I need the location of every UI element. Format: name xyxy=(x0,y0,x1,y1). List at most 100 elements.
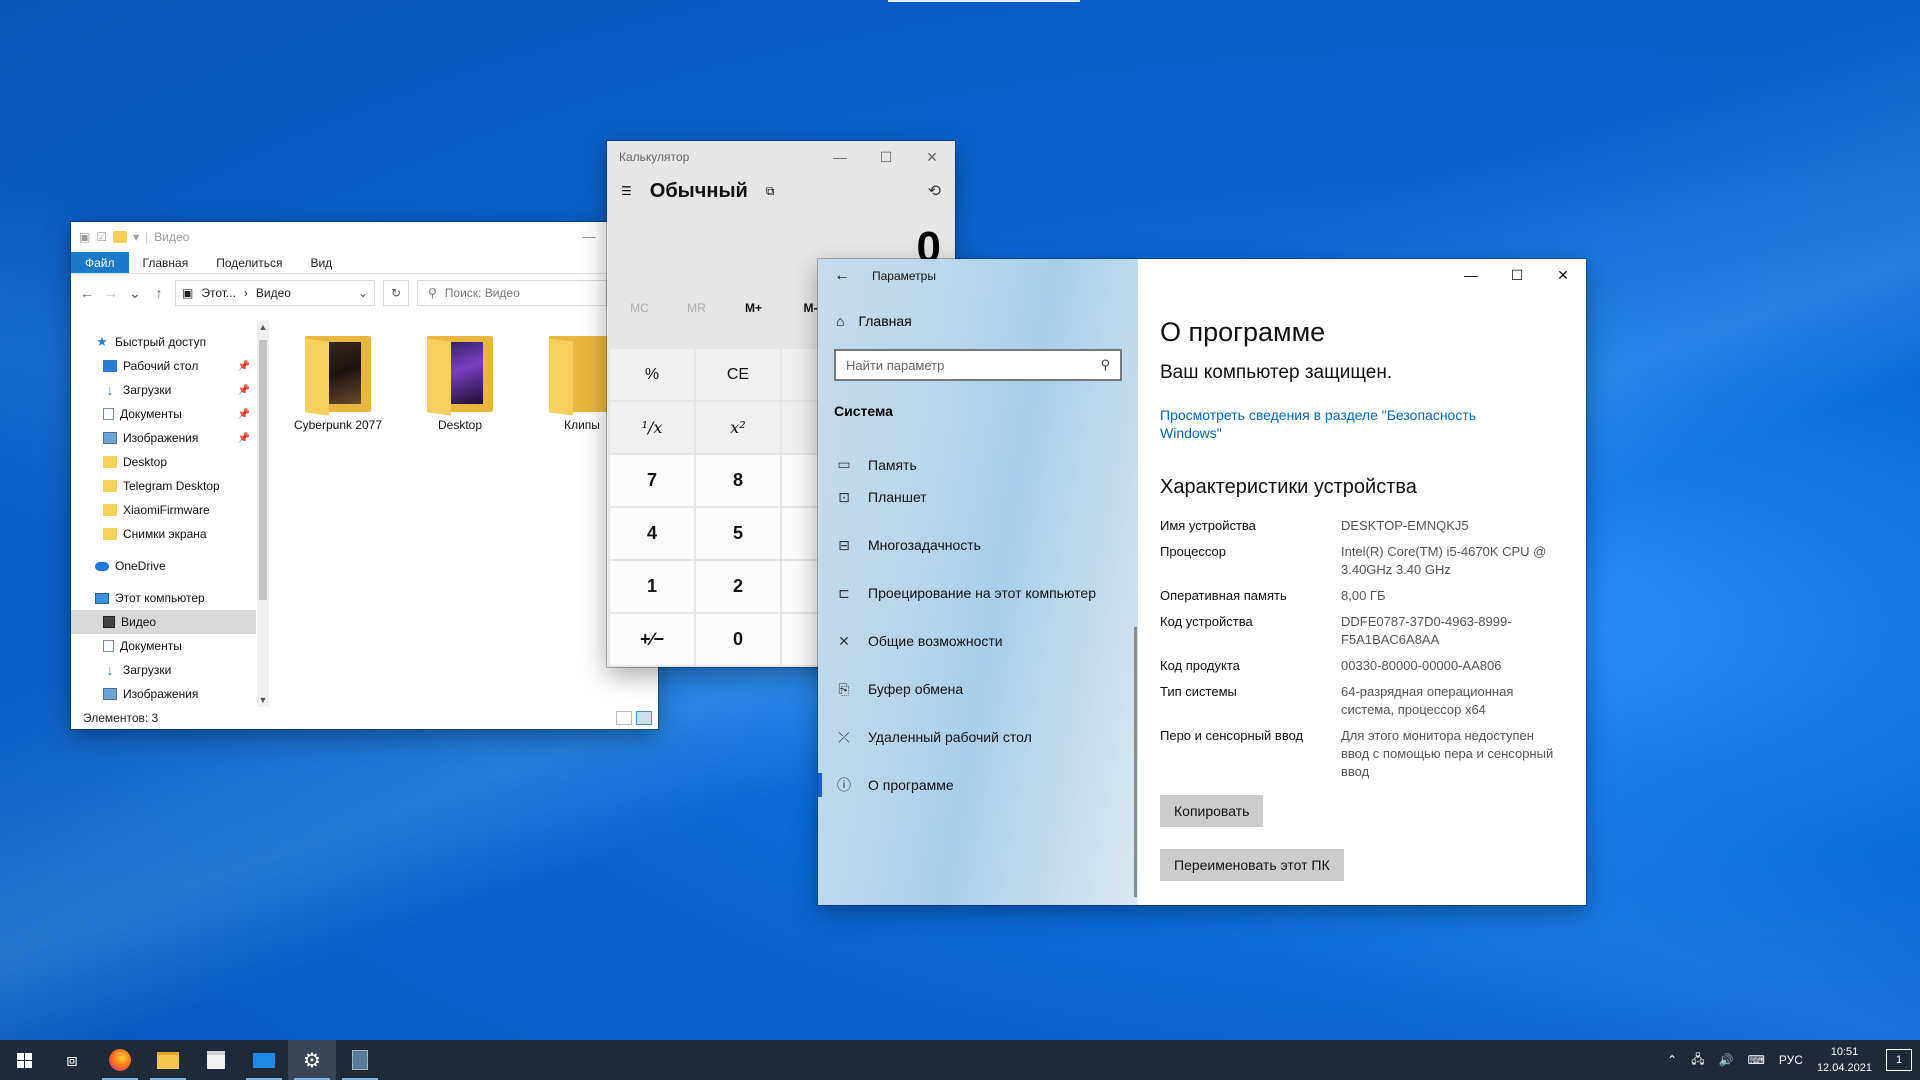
taskbar-store[interactable] xyxy=(192,1040,240,1080)
status-bar: Элементов: 3 xyxy=(71,707,658,729)
keyboard-icon[interactable]: ⌨ xyxy=(1748,1053,1765,1067)
back-arrow-icon[interactable]: ← xyxy=(79,285,95,301)
new-folder-icon[interactable] xyxy=(113,231,128,243)
nav-item-desktop-folder[interactable]: Desktop xyxy=(71,450,256,474)
minimize-button[interactable]: — xyxy=(1448,259,1494,291)
nav-item-pc-downloads[interactable]: ↓ Загрузки xyxy=(71,658,256,682)
up-arrow-icon[interactable]: ↑ xyxy=(151,285,167,301)
close-button[interactable]: ✕ xyxy=(909,149,955,166)
settings-home-link[interactable]: ⌂ Главная xyxy=(818,299,1138,343)
start-button[interactable] xyxy=(0,1040,48,1080)
language-indicator[interactable]: РУС xyxy=(1779,1053,1803,1067)
scrollbar-thumb[interactable] xyxy=(259,340,267,600)
recent-locations-icon[interactable]: ⌄ xyxy=(127,285,143,302)
clock[interactable]: 10:51 12.04.2021 xyxy=(1817,1044,1872,1076)
volume-icon[interactable]: 🔊 xyxy=(1719,1053,1734,1067)
minimize-button[interactable]: — xyxy=(817,149,863,166)
sidebar-item-remote-desktop[interactable]: ⤫ Удаленный рабочий стол xyxy=(818,713,1138,761)
taskbar-calculator[interactable] xyxy=(336,1040,384,1080)
tab-home[interactable]: Главная xyxy=(129,252,203,273)
memory-recall-button[interactable]: MR xyxy=(668,301,725,315)
nav-item-downloads[interactable]: ↓ Загрузки 📌 xyxy=(71,378,256,402)
tab-share[interactable]: Поделиться xyxy=(202,252,296,273)
negate-key[interactable]: +∕− xyxy=(610,614,694,665)
history-icon[interactable]: ⟲ xyxy=(928,181,941,201)
digit-2-key[interactable]: 2 xyxy=(696,561,780,612)
chevron-up-icon[interactable]: ⌃ xyxy=(1667,1053,1677,1067)
search-box[interactable]: ⚲ Поиск: Видео xyxy=(417,280,607,306)
task-view-button[interactable]: ⧈ xyxy=(48,1040,96,1080)
clear-entry-key[interactable]: CE xyxy=(696,349,780,400)
sidebar-item-multitasking[interactable]: ⊟ Многозадачность xyxy=(818,521,1138,569)
keep-on-top-icon[interactable]: ⧉ xyxy=(766,184,775,199)
settings-search-input[interactable]: Найти параметр ⚲ xyxy=(834,349,1122,381)
taskbar-file-explorer[interactable] xyxy=(144,1040,192,1080)
digit-4-key[interactable]: 4 xyxy=(610,508,694,559)
nav-quick-access[interactable]: ★ Быстрый доступ xyxy=(71,330,256,354)
windows-security-link[interactable]: Просмотреть сведения в разделе "Безопасн… xyxy=(1160,406,1500,442)
close-button[interactable]: ✕ xyxy=(1540,259,1586,291)
specs-heading: Характеристики устройства xyxy=(1160,476,1417,498)
memory-clear-button[interactable]: MC xyxy=(611,301,668,315)
nav-item-pictures[interactable]: Изображения 📌 xyxy=(71,426,256,450)
breadcrumb-videos[interactable]: Видео xyxy=(256,286,291,300)
nav-item-xiaomi[interactable]: XiaomiFirmware xyxy=(71,498,256,522)
nav-scrollbar[interactable]: ▲ ▼ xyxy=(257,320,269,707)
nav-onedrive[interactable]: OneDrive xyxy=(71,554,256,578)
digit-1-key[interactable]: 1 xyxy=(610,561,694,612)
back-arrow-icon[interactable]: ← xyxy=(834,267,850,285)
forward-arrow-icon[interactable]: → xyxy=(103,285,119,301)
nav-item-pc-documents[interactable]: Документы xyxy=(71,634,256,658)
cloud-icon xyxy=(95,561,109,571)
nav-this-pc[interactable]: Этот компьютер xyxy=(71,586,256,610)
maximize-button[interactable]: ☐ xyxy=(1494,259,1540,291)
taskbar-firefox[interactable] xyxy=(96,1040,144,1080)
taskbar-settings[interactable]: ⚙ xyxy=(288,1040,336,1080)
minimize-button[interactable]: — xyxy=(566,229,612,245)
folder-item[interactable]: Cyberpunk 2077 xyxy=(290,332,386,707)
tab-view[interactable]: Вид xyxy=(296,252,346,273)
sidebar-item-about[interactable]: ⓘ О программе xyxy=(818,761,1138,809)
scroll-up-icon[interactable]: ▲ xyxy=(257,322,269,332)
square-key[interactable]: x² xyxy=(696,402,780,453)
nav-item-telegram[interactable]: Telegram Desktop xyxy=(71,474,256,498)
nav-item-videos[interactable]: Видео xyxy=(71,610,256,634)
digit-8-key[interactable]: 8 xyxy=(696,455,780,506)
chevron-down-icon[interactable]: ⌄ xyxy=(358,286,368,300)
network-icon[interactable]: 🖧 xyxy=(1691,1050,1704,1071)
breadcrumb-this-pc[interactable]: Этот... xyxy=(201,286,236,300)
nav-item-desktop[interactable]: Рабочий стол 📌 xyxy=(71,354,256,378)
sidebar-item-projecting[interactable]: ⊏ Проецирование на этот компьютер xyxy=(818,569,1138,617)
hamburger-menu-icon[interactable]: ☰ xyxy=(621,184,632,198)
refresh-button[interactable]: ↻ xyxy=(383,280,409,306)
sidebar-item-storage[interactable]: ▭ Память xyxy=(818,457,1138,473)
windows-logo-icon xyxy=(16,1052,32,1068)
rename-pc-button[interactable]: Переименовать этот ПК xyxy=(1160,849,1344,881)
taskbar-mail[interactable] xyxy=(240,1040,288,1080)
percent-key[interactable]: % xyxy=(610,349,694,400)
tab-file[interactable]: Файл xyxy=(71,252,129,273)
sidebar-scrollbar[interactable] xyxy=(1134,627,1137,897)
scroll-down-icon[interactable]: ▼ xyxy=(257,695,269,705)
digit-0-key[interactable]: 0 xyxy=(696,614,780,665)
copy-button[interactable]: Копировать xyxy=(1160,795,1264,827)
nav-item-pc-pictures[interactable]: Изображения xyxy=(71,682,256,706)
sidebar-item-tablet[interactable]: ⊡ Планшет xyxy=(818,473,1138,521)
sidebar-item-shared-experiences[interactable]: ✕ Общие возможности xyxy=(818,617,1138,665)
digit-5-key[interactable]: 5 xyxy=(696,508,780,559)
chevron-down-icon[interactable]: ▾ xyxy=(133,230,139,244)
sidebar-item-clipboard[interactable]: ⎘ Буфер обмена xyxy=(818,665,1138,713)
nav-item-screenshots[interactable]: Снимки экрана xyxy=(71,522,256,546)
properties-icon[interactable]: ☑ xyxy=(96,230,107,244)
videos-icon: ▣ xyxy=(182,286,194,300)
maximize-button[interactable]: ☐ xyxy=(863,149,909,166)
memory-add-button[interactable]: M+ xyxy=(725,301,782,315)
digit-7-key[interactable]: 7 xyxy=(610,455,694,506)
large-icons-view-icon[interactable] xyxy=(636,711,652,725)
details-view-icon[interactable] xyxy=(616,711,632,725)
nav-item-documents[interactable]: Документы 📌 xyxy=(71,402,256,426)
notification-center-button[interactable]: 1 xyxy=(1886,1049,1912,1071)
folder-item[interactable]: Desktop xyxy=(412,332,508,707)
reciprocal-key[interactable]: ¹∕x xyxy=(610,402,694,453)
address-bar[interactable]: ▣ Этот... › Видео ⌄ xyxy=(175,280,375,306)
